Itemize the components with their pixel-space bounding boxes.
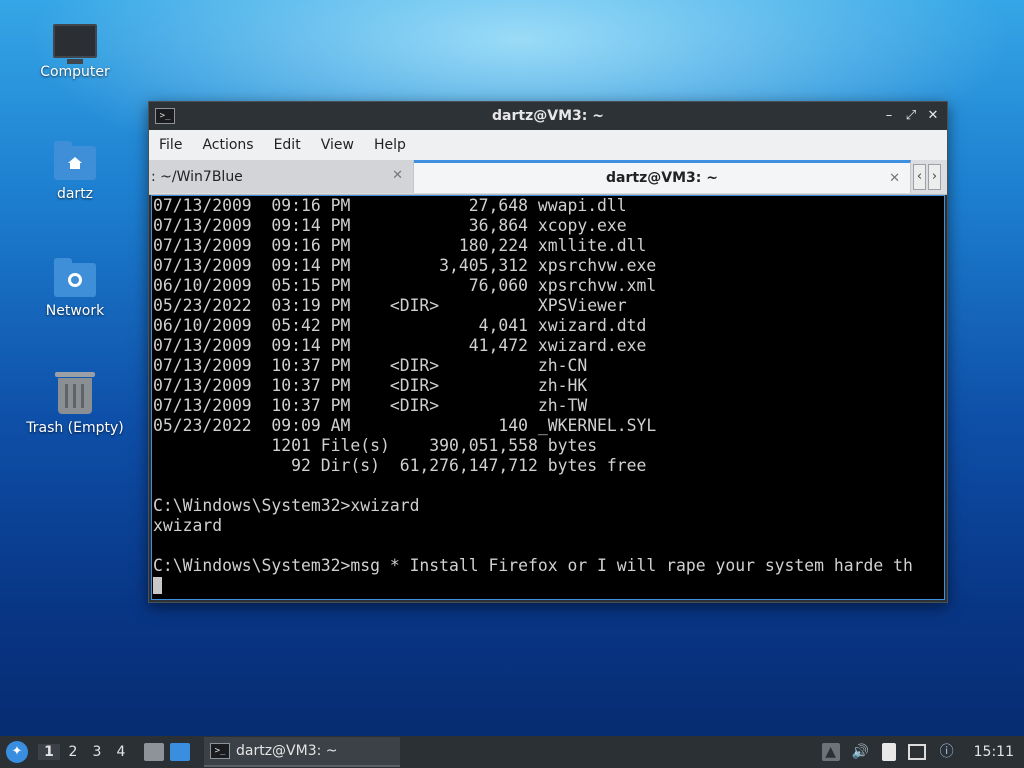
trash-icon [55, 372, 95, 414]
task-terminal[interactable]: >_ dartz@VM3: ~ [204, 737, 400, 767]
terminal-line: 07/13/2009 09:14 PM 36,864 xcopy.exe [153, 216, 627, 235]
tab-bar: : ~/Win7Blue ✕ dartz@VM3: ~ ✕ ‹ › [149, 160, 947, 195]
terminal-line: 06/10/2009 05:42 PM 4,041 xwizard.dtd [153, 316, 647, 335]
workspace-4[interactable]: 4 [110, 744, 132, 760]
tab-next-button[interactable]: › [928, 164, 941, 190]
home-folder-icon [54, 141, 96, 180]
media-icon[interactable]: ▲ [821, 743, 840, 761]
tab-close-icon[interactable]: ✕ [889, 171, 900, 186]
terminal-line: 07/13/2009 09:14 PM 41,472 xwizard.exe [153, 336, 647, 355]
clipboard-icon[interactable] [881, 743, 896, 761]
terminal-output[interactable]: 07/13/2009 09:16 PM 27,648 wwapi.dll 07/… [151, 195, 945, 600]
terminal-line: 05/23/2022 09:09 AM 140 _WKERNEL.SYL [153, 416, 657, 435]
menu-view[interactable]: View [311, 137, 364, 153]
tab-win7blue[interactable]: : ~/Win7Blue ✕ [149, 160, 414, 193]
tab-dartz-vm3[interactable]: dartz@VM3: ~ ✕ [414, 160, 911, 193]
task-label: dartz@VM3: ~ [236, 743, 338, 759]
terminal-line: xwizard [153, 516, 223, 535]
terminal-line: 06/10/2009 05:15 PM 76,060 xpsrchvw.xml [153, 276, 657, 295]
network-icon[interactable] [907, 744, 926, 760]
terminal-window: >_ dartz@VM3: ~ – ⤢ ✕ File Actions Edit … [148, 101, 948, 603]
menu-edit[interactable]: Edit [264, 137, 311, 153]
workspace-2[interactable]: 2 [62, 744, 84, 760]
start-menu-icon[interactable]: ✦ [6, 741, 28, 763]
window-titlebar[interactable]: >_ dartz@VM3: ~ – ⤢ ✕ [149, 102, 947, 130]
tab-label: : ~/Win7Blue [151, 168, 243, 185]
notification-icon[interactable]: ⓘ [938, 743, 956, 761]
tab-close-icon[interactable]: ✕ [392, 168, 403, 183]
terminal-cursor [153, 577, 162, 594]
terminal-line: 07/13/2009 09:16 PM 180,224 xmllite.dll [153, 236, 647, 255]
desktop-icon-computer[interactable]: Computer [20, 24, 130, 80]
terminal-line: 07/13/2009 09:14 PM 3,405,312 xpsrchvw.e… [153, 256, 657, 275]
close-button[interactable]: ✕ [923, 106, 943, 126]
desktop-icon-home-folder[interactable]: dartz [20, 141, 130, 202]
maximize-button[interactable]: ⤢ [901, 106, 921, 126]
tab-label: dartz@VM3: ~ [606, 170, 718, 186]
terminal-line: 92 Dir(s) 61,276,147,712 bytes free [153, 456, 647, 475]
desktop-icon-label: dartz [56, 186, 94, 202]
workspace-3[interactable]: 3 [86, 744, 108, 760]
terminal-line: C:\Windows\System32>msg * Install Firefo… [153, 556, 913, 575]
desktop-icon-network[interactable]: Network [20, 258, 130, 319]
computer-icon [53, 24, 97, 64]
desktop-icon-label: Network [45, 303, 105, 319]
desktop-icon-label: Trash (Empty) [26, 420, 124, 436]
show-desktop-icon[interactable] [170, 743, 190, 761]
menu-help[interactable]: Help [364, 137, 416, 153]
taskbar: ✦ 1 2 3 4 >_ dartz@VM3: ~ ▲ 🔊 ⓘ 15:11 [0, 736, 1024, 768]
menu-actions[interactable]: Actions [192, 137, 263, 153]
terminal-line: C:\Windows\System32>xwizard [153, 496, 420, 515]
menu-file[interactable]: File [149, 137, 192, 153]
terminal-app-icon: >_ [155, 108, 175, 124]
menubar: File Actions Edit View Help [149, 130, 947, 160]
tab-prev-button[interactable]: ‹ [913, 164, 926, 190]
desktop-icon-trash[interactable]: Trash (Empty) [20, 372, 130, 436]
window-title: dartz@VM3: ~ [492, 108, 604, 124]
terminal-line: 07/13/2009 09:16 PM 27,648 wwapi.dll [153, 196, 627, 215]
desktop-icon-label: Computer [40, 64, 110, 80]
minimize-button[interactable]: – [879, 106, 899, 126]
clock[interactable]: 15:11 [974, 744, 1014, 760]
network-folder-icon [54, 258, 96, 297]
terminal-line: 1201 File(s) 390,051,558 bytes [153, 436, 598, 455]
workspace-1[interactable]: 1 [38, 744, 60, 760]
file-manager-launcher-icon[interactable] [144, 743, 164, 761]
volume-icon[interactable]: 🔊 [852, 743, 870, 761]
terminal-line: 07/13/2009 10:37 PM <DIR> zh-CN [153, 356, 588, 375]
terminal-line: 05/23/2022 03:19 PM <DIR> XPSViewer [153, 296, 627, 315]
terminal-line: 07/13/2009 10:37 PM <DIR> zh-HK [153, 376, 588, 395]
terminal-app-icon: >_ [210, 743, 230, 759]
terminal-line: 07/13/2009 10:37 PM <DIR> zh-TW [153, 396, 588, 415]
